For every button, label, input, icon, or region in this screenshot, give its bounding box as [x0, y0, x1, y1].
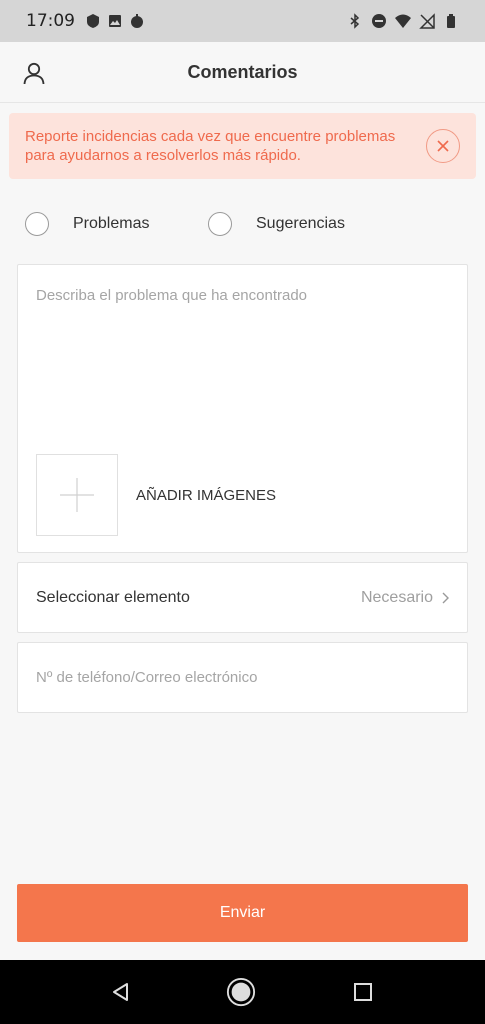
do-not-disturb-icon	[372, 14, 386, 28]
user-button[interactable]	[20, 59, 48, 87]
image-icon	[109, 15, 121, 27]
bluetooth-icon	[350, 13, 360, 29]
contact-input[interactable]: Nº de teléfono/Correo electrónico	[36, 669, 257, 686]
notice-text: Reporte incidencias cada vez que encuent…	[25, 128, 396, 164]
system-nav-bar	[0, 960, 485, 1024]
close-icon	[437, 140, 449, 152]
radio-label: Problemas	[73, 215, 150, 232]
battery-icon	[447, 14, 455, 28]
status-time: 17:09	[26, 11, 75, 31]
description-input[interactable]: Describa el problema que ha encontrado	[36, 287, 307, 304]
submit-label: Enviar	[219, 904, 266, 921]
submit-button[interactable]: Enviar	[17, 884, 468, 942]
contact-field[interactable]: Nº de teléfono/Correo electrónico	[17, 642, 468, 713]
back-triangle-icon	[113, 983, 128, 1001]
no-signal-icon	[419, 13, 435, 29]
radio-label: Sugerencias	[256, 215, 345, 232]
nav-recents-button[interactable]	[348, 977, 378, 1007]
bomb-icon	[131, 14, 143, 28]
description-card[interactable]: Describa el problema que ha encontrado A…	[17, 264, 468, 553]
home-circle-icon	[226, 977, 256, 1007]
feedback-type-group: Problemas Sugerencias	[25, 212, 345, 236]
shield-icon	[87, 14, 99, 28]
add-images-label: AÑADIR IMÁGENES	[136, 487, 277, 504]
wifi-icon	[395, 14, 411, 28]
select-item-value: Necesario	[360, 588, 433, 606]
chevron-right-icon	[442, 592, 449, 603]
radio-circle[interactable]	[208, 212, 232, 236]
select-item-value-group: Necesario	[361, 589, 449, 607]
status-bar: 17:09	[0, 0, 485, 42]
notice-banner: Reporte incidencias cada vez que encuent…	[9, 113, 476, 179]
notice-close-button[interactable]	[426, 129, 460, 163]
page-title: Comentarios	[187, 61, 298, 82]
header: Comentarios	[0, 42, 485, 103]
status-right-icons	[347, 13, 459, 29]
radio-problemas[interactable]: Problemas	[25, 212, 208, 236]
user-icon	[23, 62, 45, 85]
recents-square-icon	[354, 983, 372, 1001]
nav-back-button[interactable]	[106, 977, 136, 1007]
add-image-button[interactable]	[36, 454, 118, 536]
select-item-row[interactable]: Seleccionar elemento Necesario	[17, 562, 468, 633]
select-item-label: Seleccionar elemento	[36, 588, 190, 606]
plus-icon	[60, 478, 94, 512]
radio-circle[interactable]	[25, 212, 49, 236]
nav-home-button[interactable]	[226, 977, 256, 1007]
status-left-icons	[85, 13, 145, 29]
radio-sugerencias[interactable]: Sugerencias	[208, 212, 345, 236]
